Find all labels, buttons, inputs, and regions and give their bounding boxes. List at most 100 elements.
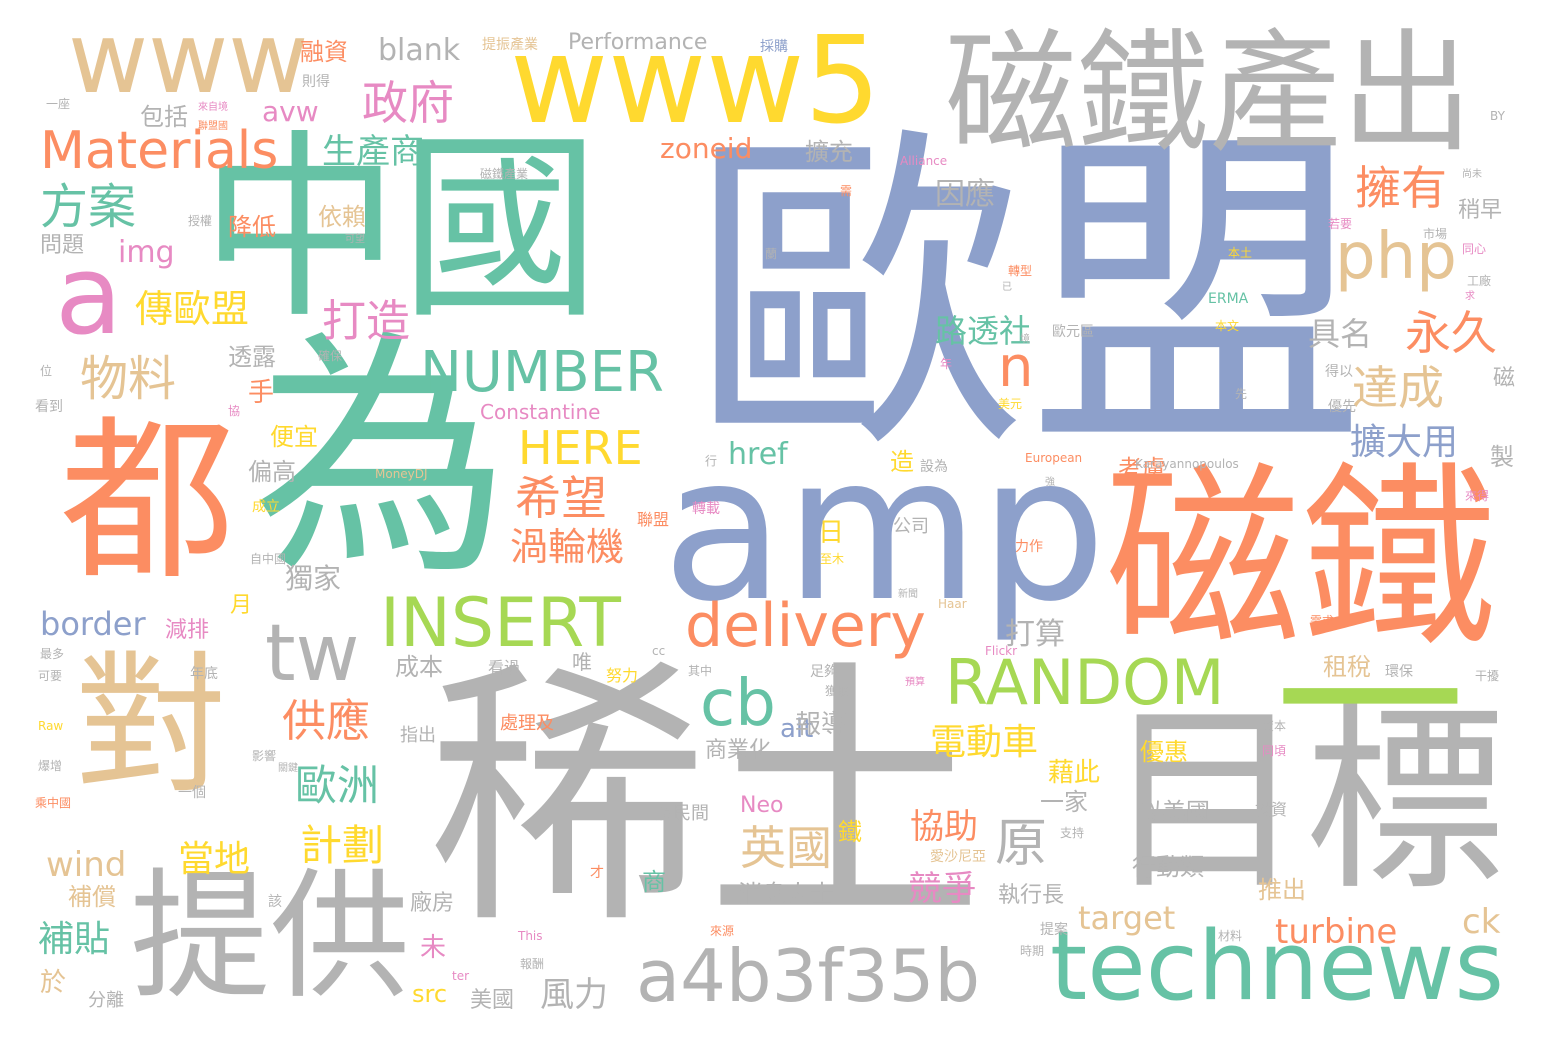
cloud-word: 支持 bbox=[1060, 826, 1085, 840]
cloud-word: ERMA bbox=[1208, 291, 1249, 307]
cloud-word: 達成 bbox=[1352, 361, 1444, 415]
cloud-word: 打造 bbox=[322, 296, 410, 347]
cloud-word: 便宜 bbox=[270, 423, 318, 451]
cloud-word: 一座 bbox=[46, 97, 71, 111]
cloud-word: 協 bbox=[228, 404, 241, 418]
cloud-word: 爆增 bbox=[38, 759, 63, 773]
cloud-word: 擴大用 bbox=[1350, 422, 1459, 463]
cloud-word: 提供 bbox=[130, 856, 411, 1019]
cloud-word: 物料 bbox=[80, 351, 177, 407]
cloud-word: Materials bbox=[40, 121, 279, 181]
cloud-word: 處理及 bbox=[500, 713, 554, 734]
cloud-word: 及民間 bbox=[655, 803, 709, 824]
cloud-word: 生產商 bbox=[322, 132, 424, 172]
cloud-word: 其中 bbox=[688, 664, 713, 678]
cloud-word: HERE bbox=[518, 421, 643, 475]
cloud-word: 可望 bbox=[345, 234, 365, 245]
cloud-word: 月 bbox=[230, 593, 253, 618]
cloud-word: 降低 bbox=[228, 213, 276, 241]
cloud-word: cb bbox=[700, 667, 776, 741]
cloud-word: BY bbox=[1490, 109, 1505, 123]
cloud-word: 蘭 bbox=[765, 247, 778, 261]
cloud-word: 預算 bbox=[905, 677, 925, 688]
cloud-word: 愛沙尼亞 bbox=[930, 849, 986, 865]
cloud-word: 影響 bbox=[252, 749, 277, 763]
cloud-word: 提案 bbox=[1040, 922, 1068, 938]
cloud-word: delivery bbox=[685, 591, 926, 661]
cloud-word: 聯盟 bbox=[637, 510, 670, 529]
cloud-word: cc bbox=[652, 644, 666, 658]
cloud-word: 當地 bbox=[178, 839, 251, 880]
cloud-word: 稍早 bbox=[1458, 198, 1503, 223]
cloud-word: 求 bbox=[1465, 291, 1475, 302]
cloud-word: 獲取 bbox=[825, 684, 850, 698]
cloud-word: 提振產業 bbox=[482, 37, 538, 53]
cloud-word: 方案 bbox=[40, 179, 137, 235]
cloud-word: 指出 bbox=[400, 725, 436, 746]
cloud-word: This bbox=[518, 929, 543, 943]
cloud-word: 關鍵 bbox=[278, 763, 298, 774]
cloud-word: 補償 bbox=[68, 883, 116, 911]
cloud-word: 執行長 bbox=[998, 883, 1065, 908]
cloud-word: 本土 bbox=[1228, 246, 1253, 260]
cloud-word: 磁鐵產業 bbox=[480, 167, 529, 181]
cloud-word: 看到 bbox=[35, 399, 63, 415]
cloud-word: 偏高 bbox=[248, 458, 296, 486]
cloud-word: INSERT bbox=[380, 584, 621, 663]
cloud-word: 美元 bbox=[998, 397, 1023, 411]
cloud-word: 永久 bbox=[1405, 306, 1497, 360]
cloud-word: 藉此 bbox=[1048, 758, 1101, 788]
cloud-word: 來得 bbox=[1465, 489, 1490, 503]
cloud-word: 都 bbox=[60, 401, 235, 604]
cloud-word: 優惠 bbox=[1140, 738, 1188, 766]
cloud-word: 環保 bbox=[1385, 664, 1413, 680]
cloud-word: NUMBER bbox=[420, 340, 664, 405]
cloud-word: www bbox=[68, 2, 309, 116]
cloud-word: turbine bbox=[1275, 912, 1398, 952]
cloud-word: 擴充 bbox=[805, 138, 853, 166]
cloud-word: 一家 bbox=[1040, 788, 1088, 816]
cloud-word: 努力 bbox=[606, 666, 639, 685]
cloud-word: 行動類 bbox=[1132, 853, 1204, 881]
cloud-word: 成立 bbox=[252, 499, 280, 515]
cloud-word: 租稅 bbox=[1323, 653, 1371, 681]
cloud-word: Alliance bbox=[900, 154, 948, 168]
cloud-word: 補貼 bbox=[38, 919, 111, 960]
cloud-word: 報酬 bbox=[520, 957, 545, 971]
cloud-word: target bbox=[1078, 899, 1176, 937]
cloud-word: 強 bbox=[1045, 477, 1055, 488]
cloud-word: 位 bbox=[40, 364, 53, 378]
cloud-word: 報導 bbox=[795, 710, 848, 740]
cloud-word: 因應 bbox=[935, 177, 995, 212]
cloud-word: 若要 bbox=[1328, 217, 1353, 231]
cloud-word: 採購 bbox=[760, 39, 788, 55]
cloud-word: Performance bbox=[568, 30, 708, 55]
cloud-word: 製 bbox=[1490, 443, 1514, 471]
cloud-word: 來自境 bbox=[198, 102, 228, 113]
cloud-word: 本文 bbox=[1215, 319, 1240, 333]
cloud-word: 具名 bbox=[1308, 315, 1373, 353]
cloud-word: 足夠 bbox=[810, 664, 838, 680]
cloud-word: 行 bbox=[705, 454, 718, 468]
cloud-word: Neo bbox=[740, 793, 784, 818]
cloud-word: 時期 bbox=[1020, 944, 1045, 958]
cloud-word: 包括 bbox=[140, 103, 188, 131]
cloud-word: 美國 bbox=[470, 988, 515, 1013]
cloud-word: European bbox=[1025, 451, 1083, 465]
cloud-word: 競爭 bbox=[908, 869, 976, 909]
cloud-word: 供應 bbox=[282, 696, 370, 747]
cloud-word: 轉型 bbox=[1008, 264, 1033, 278]
cloud-word: 材料 bbox=[1218, 929, 1243, 943]
cloud-word: src bbox=[412, 980, 448, 1008]
cloud-word: 該 bbox=[268, 894, 282, 910]
cloud-word: ck bbox=[1462, 902, 1501, 942]
cloud-word: 磁鐵產出 bbox=[945, 17, 1473, 171]
cloud-word: 融資 bbox=[300, 38, 348, 66]
cloud-word: 分離 bbox=[88, 990, 124, 1011]
cloud-word: 年 bbox=[940, 357, 953, 371]
cloud-word: 渦輪機 bbox=[510, 525, 625, 569]
cloud-word: 同頃 bbox=[1262, 744, 1287, 758]
cloud-word: 已 bbox=[1002, 282, 1012, 293]
cloud-word: 風力 bbox=[540, 975, 608, 1015]
cloud-word: 乘中國 bbox=[35, 796, 72, 810]
